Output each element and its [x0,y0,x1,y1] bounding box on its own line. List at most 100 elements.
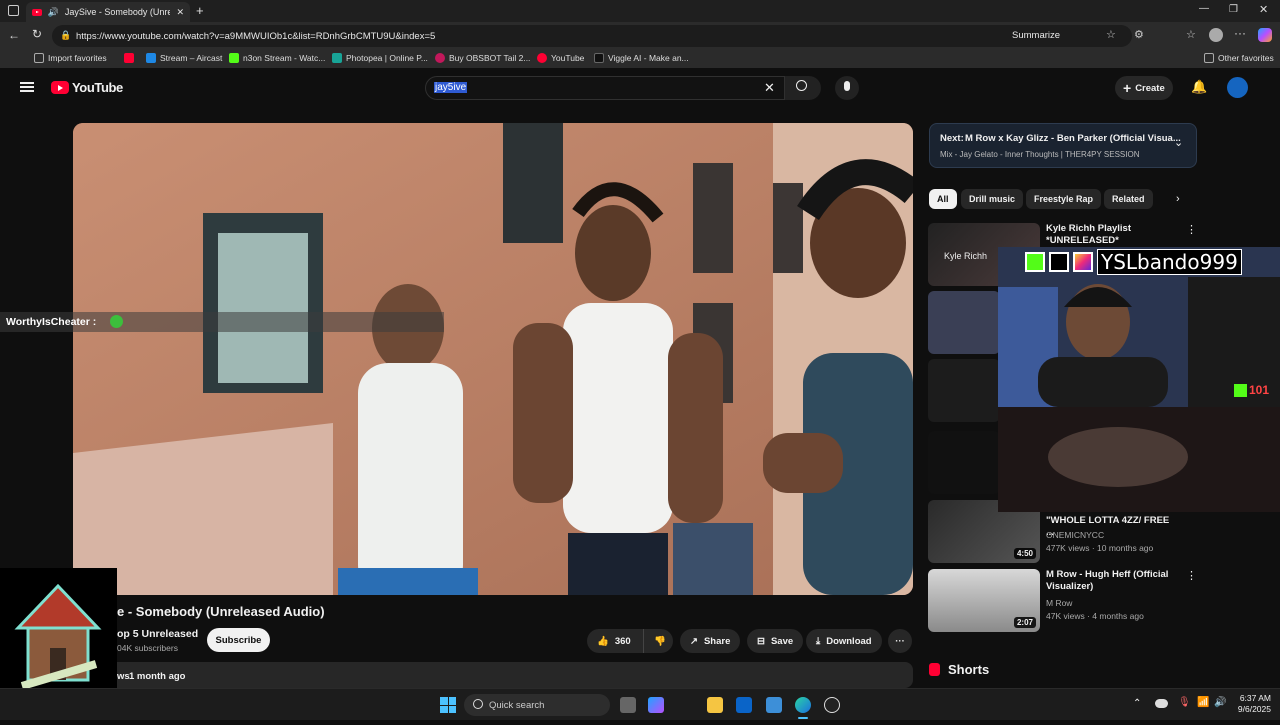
youtube-play-icon [51,81,69,94]
search-button[interactable] [785,76,821,100]
profile-avatar[interactable] [1209,28,1223,42]
notifications-bell-icon[interactable]: 🔔 [1191,79,1207,95]
hamburger-menu-icon[interactable] [20,82,34,92]
more-actions-button[interactable]: ··· [888,629,912,653]
minimize-icon[interactable]: — [1199,3,1209,14]
outlook-icon[interactable] [736,697,752,713]
clear-search-icon[interactable]: ✕ [764,80,775,96]
video-thumbnail[interactable] [928,431,1000,494]
clock[interactable]: 6:37 AM 9/6/2025 [1233,693,1271,715]
description-box[interactable]: ws 1 month ago [73,662,913,688]
bookmark-item[interactable]: Photopea | Online P... [332,53,428,63]
viggle-icon [594,53,604,63]
bookmark-item[interactable]: Viggle AI - Make an... [594,53,689,63]
mic-icon[interactable]: 🎙 [1178,697,1191,708]
share-button[interactable]: ↗ Share [680,629,741,653]
address-bar-row: ← ↻ 🔒 https://www.youtube.com/watch?v=a9… [0,22,1280,50]
video-thumbnail[interactable]: 2:07 [928,569,1040,632]
extensions-icon[interactable]: ⚙ [1134,28,1144,41]
tiktok-icon [1049,252,1069,272]
obs-icon[interactable] [824,697,840,713]
close-window-icon[interactable]: ✕ [1259,3,1268,16]
other-favorites[interactable]: Other favorites [1204,53,1274,63]
download-button[interactable]: ⤓ Download [806,629,882,653]
chips-next-icon[interactable]: › [1176,193,1180,205]
task-view-icon[interactable] [620,697,636,713]
bookmark-item[interactable]: YouTube [537,53,584,63]
new-tab-icon[interactable]: + [196,3,204,18]
youtube-icon [537,53,547,63]
tab-actions-icon[interactable] [8,5,19,16]
thumbs-up-icon: 👍 [597,635,609,647]
photopea-icon [332,53,342,63]
url-field[interactable]: 🔒 https://www.youtube.com/watch?v=a9MMWU… [52,25,1132,47]
chip-drill-music[interactable]: Drill music [961,189,1024,209]
file-explorer-icon[interactable] [707,697,723,713]
save-button[interactable]: ⊟ Save [747,629,804,653]
upload-age: 1 month ago [129,671,186,682]
start-icon[interactable] [440,697,456,713]
chat-message-bar: WorthyIsCheater : [0,312,444,332]
bookmark-item[interactable] [124,53,134,63]
aircast-icon [146,53,156,63]
video-thumbnail[interactable] [928,291,1000,354]
maximize-icon[interactable]: ❐ [1229,4,1238,15]
onedrive-icon[interactable] [1155,699,1168,708]
account-avatar[interactable] [1227,77,1248,98]
next-label: Next: [940,133,964,144]
video-player[interactable] [73,123,913,595]
subscribe-button[interactable]: Subscribe [207,628,270,652]
rec-meta: 47K views · 4 months ago [1046,611,1144,621]
copilot-icon[interactable] [648,697,664,713]
edge-icon[interactable] [795,697,811,713]
chevron-down-icon[interactable]: ⌄ [1174,136,1183,149]
next-subtitle: Mix - Jay Gelato - Inner Thoughts | THER… [940,150,1140,159]
tab-title: JaySive - Somebody (Unrele [64,7,171,17]
chip-freestyle-rap[interactable]: Freestyle Rap [1026,189,1102,209]
photos-icon[interactable] [766,697,782,713]
create-button[interactable]: + Create [1115,76,1173,100]
summarize-button[interactable]: Summarize [1012,30,1060,41]
copilot-icon[interactable] [1258,28,1272,42]
webcam-frame [998,247,1280,512]
active-app-indicator [798,717,808,719]
taskbar-search[interactable]: Quick search [464,694,610,716]
bookmarks-bar: Import favorites Stream – Aircast n3on S… [0,50,1280,68]
kick-icon [1234,383,1247,397]
video-duration: 2:07 [1013,617,1036,628]
back-icon[interactable]: ← [8,28,20,42]
youtube-logo[interactable]: YouTube [51,80,123,95]
dislike-button[interactable]: 👎 [643,629,673,653]
youtube-header: YouTube jay5ive ✕ + Create 🔔 [0,68,1280,108]
site-info-icon[interactable]: 🔒 [60,30,71,41]
rec-channel: ONEMICNYCC [1046,530,1105,540]
voice-search-button[interactable] [835,76,859,100]
bookmark-item[interactable]: Stream – Aircast [146,53,222,63]
clock-time: 6:37 AM [1239,693,1271,703]
list-item[interactable]: 2:07 M Row - Hugh Heff (Official Visuali… [928,569,1198,632]
bookmark-item[interactable]: Import favorites [34,53,107,63]
volume-icon[interactable]: 🔊 [1214,697,1226,708]
search-input[interactable]: jay5ive ✕ [425,76,785,100]
speaker-icon[interactable]: 🔊 [48,7,59,18]
refresh-icon[interactable]: ↻ [32,27,42,41]
tray-overflow-icon[interactable]: ⌃ [1133,698,1141,709]
rec-title: Kyle Richh Playlist *UNRELEASED* [1046,223,1132,246]
channel-name[interactable]: op 5 Unreleased [117,628,198,640]
rec-more-icon[interactable]: ⋮ [1186,223,1197,236]
shorts-heading: Shorts [929,662,989,677]
chip-related[interactable]: Related [1104,189,1153,209]
rec-more-icon[interactable]: ⋮ [1186,569,1197,582]
bookmark-item[interactable]: n3on Stream - Watc... [229,53,325,63]
close-tab-icon[interactable]: ✕ [176,7,184,18]
favorites-icon[interactable]: ☆ [1186,28,1196,41]
bookmark-item[interactable]: Buy OBSBOT Tail 2... [435,53,530,63]
more-menu-icon[interactable]: ··· [1234,26,1246,40]
video-thumbnail[interactable] [928,359,1000,422]
chip-all[interactable]: All [929,189,957,209]
wifi-icon[interactable]: 📶 [1197,697,1209,708]
like-button[interactable]: 👍 360 [587,629,643,653]
up-next-panel[interactable]: Next: M Row x Kay Glizz - Ben Parker (Of… [929,123,1197,168]
browser-tab[interactable]: 🔊 JaySive - Somebody (Unrele ✕ [26,2,190,22]
favorite-star-icon[interactable]: ☆ [1106,28,1116,41]
